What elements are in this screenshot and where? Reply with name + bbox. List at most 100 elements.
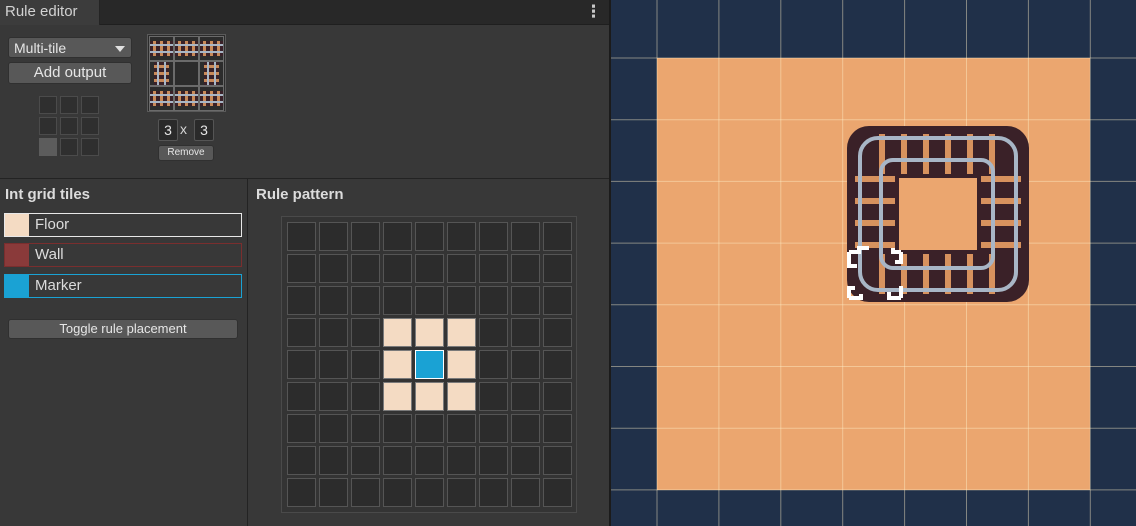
pattern-cell[interactable] (447, 446, 476, 475)
output-tile-cell[interactable] (60, 117, 78, 135)
output-tile-cell[interactable] (60, 96, 78, 114)
scene-viewport[interactable] (611, 0, 1136, 526)
pattern-cell[interactable] (415, 414, 444, 443)
pattern-cell[interactable] (479, 286, 508, 315)
pattern-cell[interactable] (415, 254, 444, 283)
pattern-cell[interactable] (383, 478, 412, 507)
pattern-cell[interactable] (287, 414, 316, 443)
pattern-cell[interactable] (287, 350, 316, 379)
pattern-cell[interactable] (351, 286, 380, 315)
add-output-button[interactable]: Add output (8, 62, 132, 84)
pattern-cell[interactable] (287, 318, 316, 347)
int-grid-tile-wall[interactable]: Wall (4, 243, 242, 267)
pattern-cell[interactable] (383, 350, 412, 379)
pattern-cell[interactable] (447, 222, 476, 251)
pattern-cell[interactable] (479, 414, 508, 443)
pattern-cell[interactable] (479, 382, 508, 411)
pattern-cell[interactable] (319, 254, 348, 283)
output-tile-cell[interactable] (39, 96, 57, 114)
pattern-cell[interactable] (415, 350, 444, 379)
pattern-cell[interactable] (479, 318, 508, 347)
kebab-menu-icon[interactable]: ⋮ (585, 3, 602, 21)
pattern-cell[interactable] (319, 286, 348, 315)
pattern-cell[interactable] (351, 318, 380, 347)
pattern-cell[interactable] (479, 222, 508, 251)
pattern-cell[interactable] (383, 254, 412, 283)
output-tile-cell[interactable] (39, 117, 57, 135)
pattern-cell[interactable] (479, 446, 508, 475)
output-tile-cell[interactable] (60, 138, 78, 156)
pattern-cell[interactable] (511, 222, 540, 251)
pattern-cell[interactable] (383, 414, 412, 443)
tab-rule-editor[interactable]: Rule editor (0, 0, 100, 25)
pattern-cell[interactable] (511, 478, 540, 507)
pattern-cell[interactable] (447, 318, 476, 347)
pattern-cell[interactable] (319, 478, 348, 507)
pattern-cell[interactable] (319, 318, 348, 347)
pattern-cell[interactable] (543, 254, 572, 283)
pattern-cell[interactable] (319, 382, 348, 411)
pattern-cell[interactable] (351, 446, 380, 475)
pattern-cell[interactable] (351, 414, 380, 443)
pattern-cell[interactable] (447, 414, 476, 443)
pattern-cell[interactable] (319, 222, 348, 251)
pattern-cell[interactable] (383, 286, 412, 315)
pattern-cell[interactable] (447, 254, 476, 283)
pattern-cell[interactable] (287, 222, 316, 251)
pattern-cell[interactable] (287, 286, 316, 315)
int-grid-tile-marker[interactable]: Marker (4, 274, 242, 298)
pattern-cell[interactable] (543, 350, 572, 379)
output-mode-dropdown[interactable]: Multi-tile (8, 37, 132, 58)
output-tile-cell[interactable] (81, 96, 99, 114)
pattern-cell[interactable] (415, 222, 444, 251)
preview-cols-field[interactable]: 3 (158, 119, 178, 141)
pattern-cell[interactable] (415, 286, 444, 315)
pattern-cell[interactable] (351, 350, 380, 379)
pattern-cell[interactable] (287, 478, 316, 507)
pattern-cell[interactable] (511, 254, 540, 283)
pattern-cell[interactable] (511, 382, 540, 411)
pattern-cell[interactable] (415, 478, 444, 507)
pattern-cell[interactable] (287, 382, 316, 411)
output-tile-cell[interactable] (81, 138, 99, 156)
pattern-cell[interactable] (479, 478, 508, 507)
pattern-cell[interactable] (415, 318, 444, 347)
pattern-cell[interactable] (543, 446, 572, 475)
int-grid-tile-floor[interactable]: Floor (4, 213, 242, 237)
pattern-cell[interactable] (543, 318, 572, 347)
output-tile-cell[interactable] (81, 117, 99, 135)
pattern-cell[interactable] (543, 382, 572, 411)
pattern-cell[interactable] (383, 318, 412, 347)
pattern-cell[interactable] (415, 382, 444, 411)
pattern-cell[interactable] (479, 350, 508, 379)
pattern-cell[interactable] (543, 414, 572, 443)
pattern-cell[interactable] (543, 222, 572, 251)
pattern-cell[interactable] (319, 414, 348, 443)
pattern-cell[interactable] (415, 446, 444, 475)
pattern-cell[interactable] (447, 286, 476, 315)
pattern-cell[interactable] (511, 286, 540, 315)
pattern-cell[interactable] (511, 446, 540, 475)
pattern-cell[interactable] (447, 382, 476, 411)
remove-button[interactable]: Remove (158, 145, 214, 161)
pattern-cell[interactable] (351, 222, 380, 251)
pattern-cell[interactable] (543, 286, 572, 315)
pattern-cell[interactable] (287, 254, 316, 283)
pattern-cell[interactable] (319, 350, 348, 379)
pattern-cell[interactable] (511, 318, 540, 347)
preview-rows-field[interactable]: 3 (194, 119, 214, 141)
pattern-cell[interactable] (511, 414, 540, 443)
pattern-cell[interactable] (351, 382, 380, 411)
pattern-cell[interactable] (351, 478, 380, 507)
output-tile-cell[interactable] (39, 138, 57, 156)
pattern-cell[interactable] (447, 350, 476, 379)
pattern-cell[interactable] (319, 446, 348, 475)
pattern-cell[interactable] (447, 478, 476, 507)
pattern-cell[interactable] (351, 254, 380, 283)
pattern-cell[interactable] (383, 446, 412, 475)
pattern-cell[interactable] (511, 350, 540, 379)
toggle-rule-placement-button[interactable]: Toggle rule placement (8, 319, 238, 339)
pattern-cell[interactable] (543, 478, 572, 507)
pattern-cell[interactable] (287, 446, 316, 475)
pattern-cell[interactable] (383, 222, 412, 251)
